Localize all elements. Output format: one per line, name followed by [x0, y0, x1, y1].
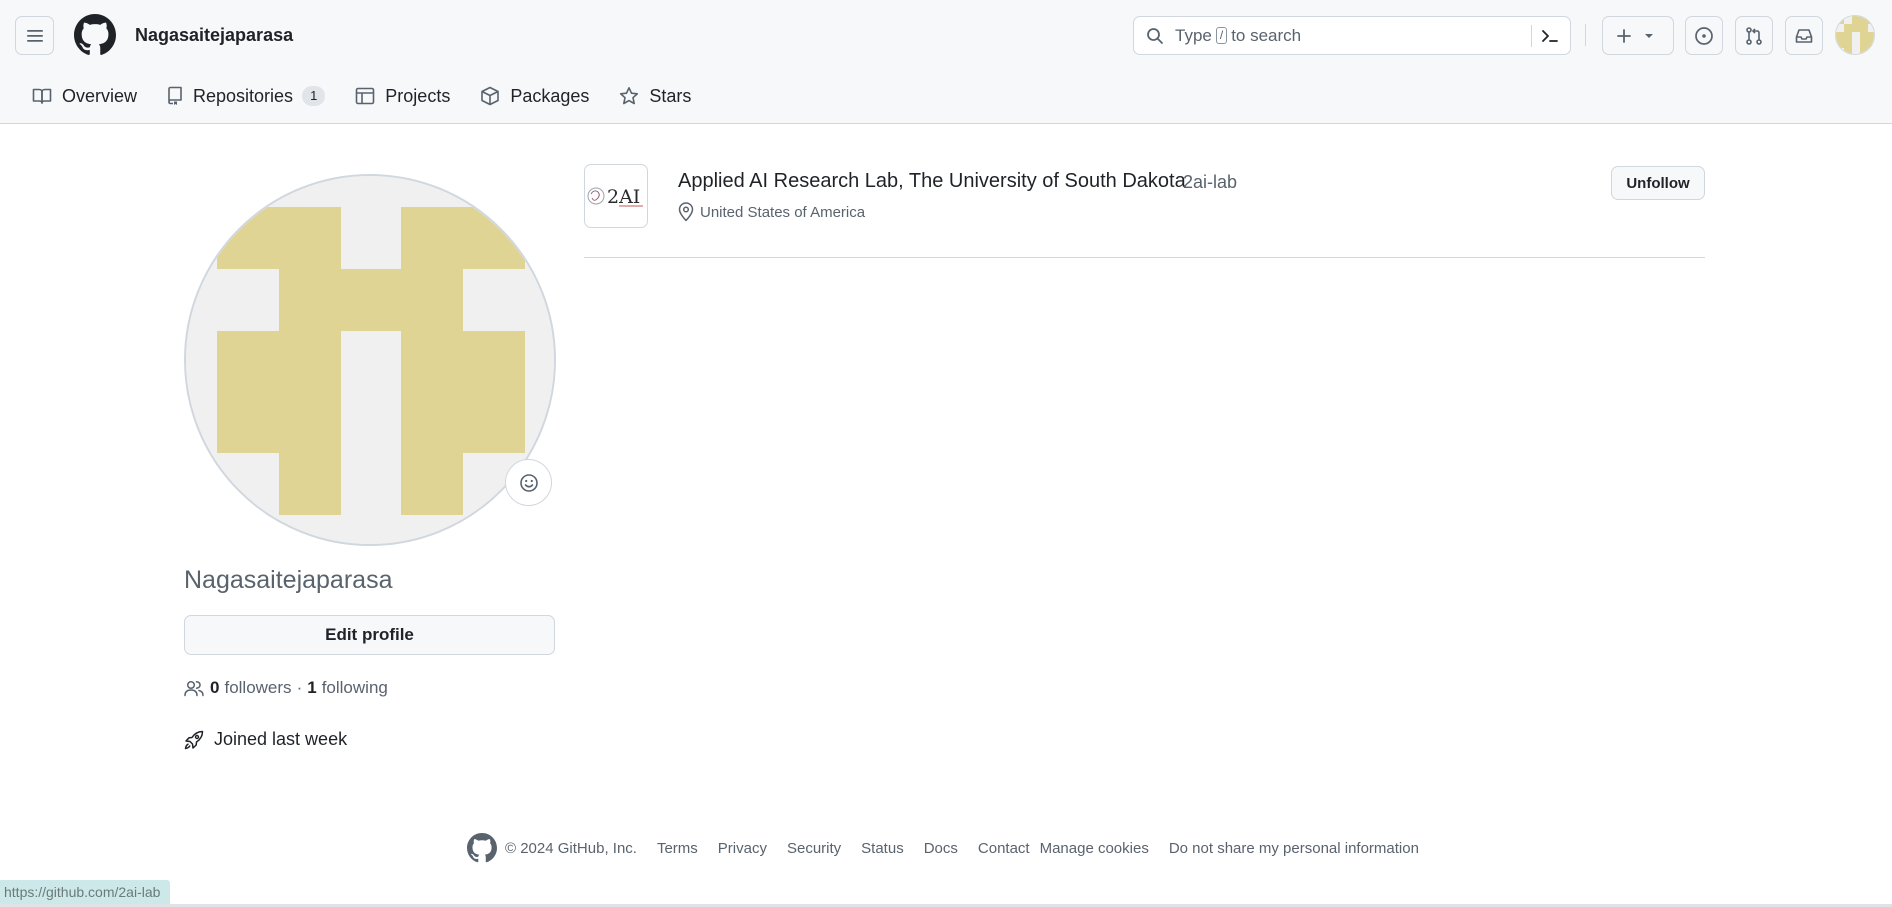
table-icon [355, 87, 375, 105]
tab-stars-label: Stars [649, 85, 692, 106]
joined-info: Joined last week [184, 729, 347, 750]
profile-username: Nagasaitejaparasa [184, 566, 393, 594]
inbox-button[interactable] [1785, 16, 1823, 55]
people-icon [184, 680, 204, 697]
hamburger-icon [26, 29, 43, 42]
unfollow-button[interactable]: Unfollow [1611, 166, 1705, 200]
global-header: Nagasaitejaparasa Type / to search Overv… [0, 0, 1892, 124]
search-icon [1147, 27, 1163, 44]
tab-projects-label: Projects [385, 85, 451, 106]
header-divider [1585, 24, 1586, 46]
tab-packages[interactable]: Packages [472, 80, 597, 112]
tab-repositories[interactable]: Repositories 1 [159, 80, 333, 112]
joined-text: Joined last week [214, 729, 348, 749]
identicon-image [186, 176, 554, 544]
followers-label: followers [224, 678, 292, 697]
location-icon [678, 202, 694, 222]
tab-packages-label: Packages [510, 85, 590, 106]
profile-tabs: Overview Repositories 1 Projects Package… [24, 80, 713, 124]
footer-link-docs[interactable]: Docs [924, 840, 958, 857]
followers-link[interactable]: 0 followers [210, 678, 292, 698]
lab-logo-text: 2AI [607, 186, 640, 208]
github-logo-icon[interactable] [74, 14, 116, 56]
chevron-down-icon [1645, 33, 1653, 38]
issues-button[interactable] [1685, 16, 1723, 55]
repo-icon [168, 86, 182, 105]
search-prefix: Type [1175, 25, 1212, 45]
search-input[interactable]: Type / to search [1133, 16, 1571, 55]
footer-link-manage-cookies[interactable]: Manage cookies [1040, 840, 1149, 857]
tab-projects[interactable]: Projects [347, 80, 458, 112]
menu-button[interactable] [15, 16, 54, 55]
following-count: 1 [307, 678, 317, 697]
context-title[interactable]: Nagasaitejaparasa [135, 25, 293, 46]
search-shortcut-key: / [1215, 27, 1228, 44]
footer-link-status[interactable]: Status [861, 840, 904, 857]
github-mark-icon[interactable] [467, 833, 497, 863]
footer-link-contact[interactable]: Contact [978, 840, 1030, 857]
footer-link-do-not-share[interactable]: Do not share my personal information [1169, 840, 1419, 857]
tab-stars[interactable]: Stars [611, 80, 699, 112]
git-pull-request-icon [1746, 26, 1762, 45]
following-label: following [321, 678, 388, 697]
pull-requests-button[interactable] [1735, 16, 1773, 55]
org-location-text: United States of America [700, 203, 866, 221]
following-link[interactable]: 1 following [307, 678, 388, 698]
footer-copyright: © 2024 GitHub, Inc. [505, 839, 637, 857]
issue-opened-icon [1695, 26, 1713, 45]
follow-stats: 0 followers · 1 following [184, 678, 388, 698]
browser-status-url: https://github.com/2ai-lab [0, 880, 171, 905]
book-icon [32, 88, 52, 104]
site-footer: © 2024 GitHub, Inc. Terms Privacy Securi… [467, 832, 1439, 864]
identicon-avatar [1836, 16, 1874, 54]
search-divider [1531, 25, 1532, 47]
profile-avatar[interactable] [184, 174, 556, 546]
command-palette-icon[interactable] [1540, 27, 1560, 45]
repositories-count-badge: 1 [302, 86, 326, 106]
footer-link-privacy[interactable]: Privacy [718, 840, 767, 857]
followers-count: 0 [210, 678, 220, 697]
tab-repositories-label: Repositories [193, 85, 294, 106]
org-avatar[interactable]: 2AI [584, 164, 648, 228]
plus-icon [1617, 28, 1631, 43]
set-status-button[interactable] [505, 459, 552, 506]
org-login-link[interactable]: 2ai-lab [1183, 172, 1237, 193]
list-divider [584, 257, 1705, 258]
tab-overview[interactable]: Overview [24, 80, 145, 112]
search-suffix: to search [1231, 25, 1302, 45]
star-icon [620, 87, 639, 105]
footer-link-security[interactable]: Security [787, 840, 841, 857]
org-location: United States of America [678, 202, 865, 222]
rocket-icon [184, 730, 204, 749]
inbox-icon [1795, 28, 1813, 43]
create-new-button[interactable] [1602, 16, 1674, 55]
smiley-icon [519, 473, 538, 492]
package-icon [481, 86, 500, 106]
user-avatar-button[interactable] [1835, 15, 1875, 55]
separator-dot: · [296, 678, 303, 697]
lab-logo-image: 2AI [587, 186, 643, 208]
edit-profile-button[interactable]: Edit profile [184, 615, 555, 655]
org-name-link[interactable]: Applied AI Research Lab, The University … [678, 170, 1186, 193]
footer-link-terms[interactable]: Terms [657, 840, 698, 857]
tab-overview-label: Overview [62, 85, 138, 106]
